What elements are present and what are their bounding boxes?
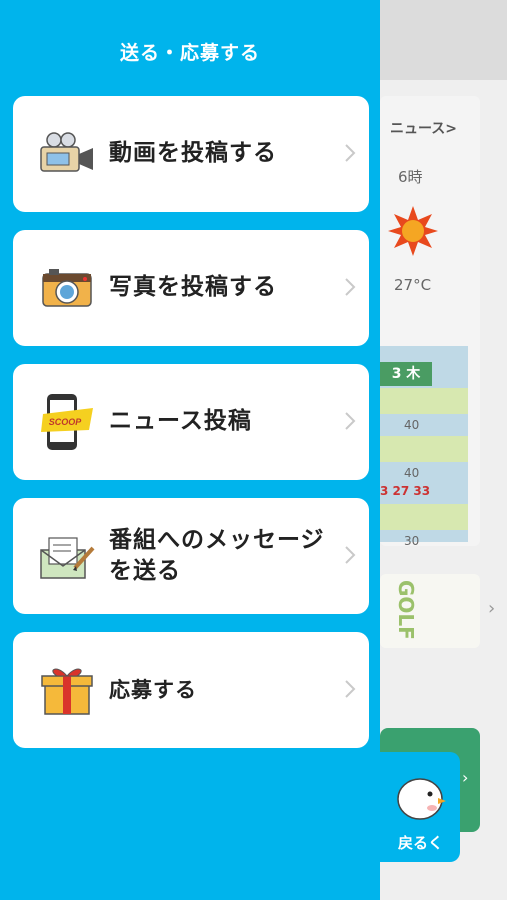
golf-text: GOLF bbox=[394, 580, 418, 640]
forecast-day: 3 木 bbox=[380, 362, 432, 386]
chevron-right-icon bbox=[345, 144, 356, 162]
forecast-temps: 3 27 33 bbox=[380, 484, 431, 498]
menu-item-post-video[interactable]: 動画を投稿する bbox=[13, 96, 369, 212]
envelope-letter-icon bbox=[40, 537, 95, 579]
menu-item-post-news[interactable]: SCOOP ニュース投稿 bbox=[13, 364, 369, 480]
weather-hour: 6時 bbox=[398, 168, 423, 186]
video-camera-icon bbox=[40, 132, 93, 172]
menu-item-post-photo[interactable]: 写真を投稿する bbox=[13, 230, 369, 346]
menu-item-label: 動画を投稿する bbox=[109, 140, 277, 167]
menu-item-label: ニュース投稿 bbox=[109, 408, 252, 435]
forecast-value: 40 bbox=[404, 466, 420, 480]
chevron-right-icon bbox=[345, 680, 356, 698]
forecast-value: 30 bbox=[404, 534, 420, 548]
forecast-row bbox=[380, 504, 468, 530]
menu-item-label: 応募する bbox=[109, 677, 197, 702]
forecast-value: 40 bbox=[404, 418, 420, 432]
back-label[interactable]: 戻るく bbox=[398, 832, 443, 853]
chevron-right-icon bbox=[345, 412, 356, 430]
menu-item-apply[interactable]: 応募する bbox=[13, 632, 369, 748]
chevron-right-icon bbox=[345, 546, 356, 564]
chevron-right-icon: › bbox=[488, 598, 496, 619]
forecast-row bbox=[380, 436, 468, 462]
post-apply-drawer: 送る・応募する 動画を投稿する 写真を投稿する SCOOP ニュース投稿 番組へ… bbox=[0, 0, 380, 900]
weather-temperature: 27°C bbox=[394, 276, 432, 294]
menu-item-label: 番組へのメッセージを送る bbox=[109, 526, 325, 584]
sun-icon bbox=[388, 206, 438, 256]
chevron-right-icon bbox=[345, 278, 356, 296]
forecast-row bbox=[380, 388, 468, 414]
drawer-title: 送る・応募する bbox=[119, 42, 260, 64]
bird-mascot-icon bbox=[397, 778, 446, 820]
menu-item-send-message[interactable]: 番組へのメッセージを送る bbox=[13, 498, 369, 614]
scoop-badge: SCOOP bbox=[49, 417, 83, 427]
chevron-right-icon: › bbox=[462, 768, 469, 787]
menu-item-label: 写真を投稿する bbox=[109, 274, 277, 301]
camera-icon bbox=[42, 269, 92, 307]
news-link: ニュース> bbox=[390, 121, 458, 137]
gift-box-icon bbox=[41, 668, 93, 715]
smartphone-scoop-icon: SCOOP bbox=[41, 394, 93, 450]
